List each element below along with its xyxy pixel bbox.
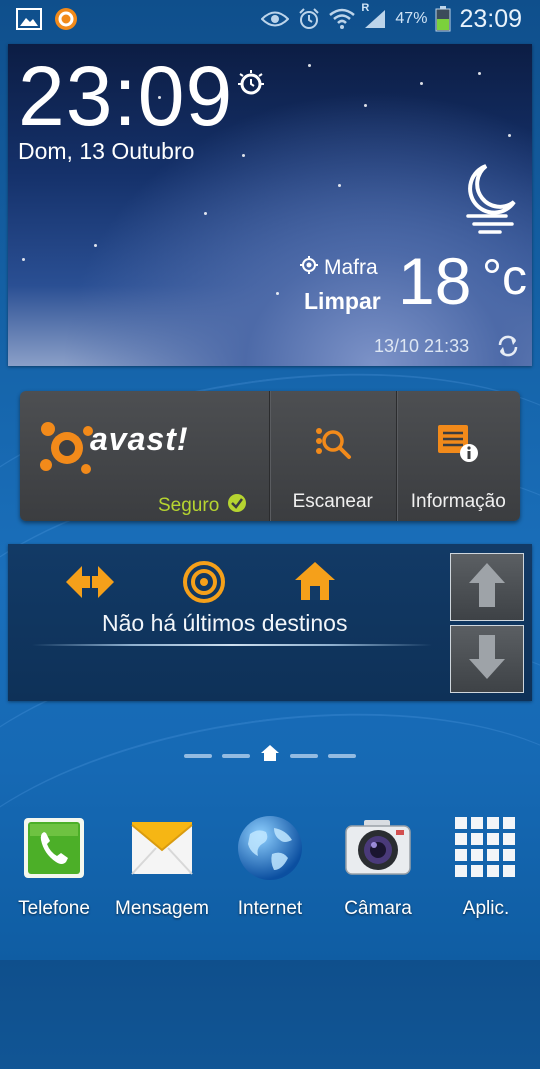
- avast-status-label: Seguro: [158, 495, 220, 516]
- star: [308, 64, 311, 67]
- star: [22, 258, 25, 261]
- weather-updated-time: 13/10 21:33: [374, 336, 470, 356]
- avast-status-panel[interactable]: avast! Seguro: [20, 391, 269, 521]
- eye-icon: [261, 10, 290, 28]
- alarm-set-icon: [236, 68, 266, 103]
- star: [338, 184, 341, 187]
- page-dot[interactable]: [222, 753, 250, 758]
- signal-icon: R: [361, 2, 387, 30]
- moon-icon: [456, 162, 520, 243]
- home-page-icon[interactable]: [260, 744, 280, 767]
- clock-date: Dom, 13 Outubro: [18, 138, 195, 164]
- star: [94, 244, 97, 247]
- weather-location: Mafra: [300, 256, 378, 280]
- avast-status: Seguro: [158, 493, 247, 519]
- avast-scan-button[interactable]: Escanear: [269, 391, 396, 521]
- star: [364, 104, 367, 107]
- app-label: Câmara: [344, 898, 412, 919]
- avast-scan-label: Escanear: [292, 491, 373, 512]
- page-dot[interactable]: [328, 753, 356, 758]
- info-list-icon: [436, 423, 480, 468]
- page-dot[interactable]: [290, 753, 318, 758]
- clock-time: 23:09: [18, 49, 234, 143]
- star: [242, 154, 245, 157]
- app-camara[interactable]: Câmara: [324, 810, 432, 930]
- app-label: Aplic.: [462, 898, 510, 919]
- alarm-icon: [297, 7, 321, 31]
- page-dot[interactable]: [184, 753, 212, 758]
- app-telefone[interactable]: Telefone: [0, 810, 108, 930]
- orange-circle-icon: [54, 7, 78, 31]
- arrow-down-icon: [467, 633, 507, 686]
- avast-logo-icon: [38, 419, 96, 482]
- apps-grid-icon: [448, 810, 524, 886]
- app-internet[interactable]: Internet: [216, 810, 324, 930]
- weather-clock-widget[interactable]: 23:09 Dom, 13 Outubro Mafra Limpar 18 °c…: [8, 44, 532, 366]
- wifi-icon: [329, 8, 356, 30]
- nav-divider: [32, 644, 432, 646]
- battery-percent: 47%: [395, 10, 428, 27]
- app-dock: Telefone Mensagem Internet Câmara Aplic.: [0, 810, 540, 930]
- avast-info-button[interactable]: Informação: [395, 391, 521, 521]
- home-destination-icon[interactable]: [294, 560, 336, 607]
- nav-empty-message: Não há últimos destinos: [102, 610, 348, 636]
- phone-icon: [16, 810, 92, 886]
- target-icon[interactable]: [182, 560, 226, 609]
- status-bar[interactable]: R 47% 23:09: [0, 0, 540, 38]
- star: [508, 134, 511, 137]
- roaming-indicator: R: [361, 2, 370, 14]
- avast-info-label: Informação: [410, 491, 506, 512]
- temperature: 18: [398, 244, 472, 318]
- battery-icon: [435, 6, 451, 32]
- route-arrows-icon[interactable]: [64, 560, 116, 609]
- globe-icon: [232, 810, 308, 886]
- weather-condition: Limpar: [304, 288, 381, 314]
- navigation-widget: Não há últimos destinos: [8, 544, 532, 701]
- checkmark-icon: [227, 493, 247, 519]
- star: [478, 72, 481, 75]
- app-label: Internet: [237, 898, 303, 919]
- app-label: Telefone: [18, 898, 90, 919]
- star: [276, 292, 279, 295]
- scroll-up-button[interactable]: [450, 553, 524, 621]
- status-time: 23:09: [459, 4, 522, 33]
- star: [420, 82, 423, 85]
- avast-wordmark: avast!: [90, 421, 189, 457]
- temperature-unit: °c: [482, 249, 527, 305]
- gallery-icon: [16, 8, 42, 30]
- camera-icon: [340, 810, 416, 886]
- refresh-icon[interactable]: [496, 334, 520, 363]
- scan-magnifier-icon: [313, 423, 353, 468]
- star: [204, 212, 207, 215]
- envelope-icon: [124, 810, 200, 886]
- home-page-indicator[interactable]: [0, 744, 540, 767]
- location-name: Mafra: [324, 256, 378, 279]
- app-mensagem[interactable]: Mensagem: [108, 810, 216, 930]
- avast-widget: avast! Seguro Escanear Informação: [20, 391, 520, 521]
- app-aplicacoes[interactable]: Aplic.: [432, 810, 540, 930]
- app-label: Mensagem: [115, 898, 209, 919]
- scroll-down-button[interactable]: [450, 625, 524, 693]
- location-icon: [300, 256, 318, 280]
- arrow-up-icon: [467, 561, 507, 614]
